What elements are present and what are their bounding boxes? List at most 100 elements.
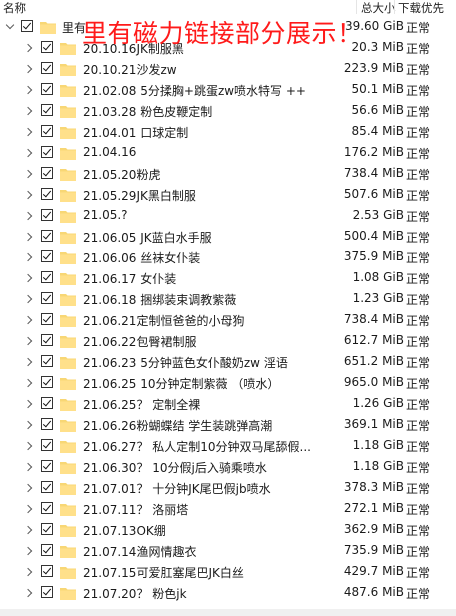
- checkbox-checked-icon[interactable]: [41, 166, 53, 179]
- chevron-right-icon[interactable]: [23, 85, 33, 95]
- tree-row[interactable]: 21.06.23 5分钟蓝色女仆酸奶zw 淫语 651.2 MiB 正常: [0, 352, 456, 373]
- checkbox-checked-icon[interactable]: [41, 460, 53, 473]
- chevron-right-icon[interactable]: [23, 378, 33, 388]
- tree-row[interactable]: 21.06.30？ 10分假j后入骑乘喷水 1.18 GiB 正常: [0, 457, 456, 478]
- tree-row[interactable]: 21.06.05 JK蓝白水手服 500.4 MiB 正常: [0, 227, 456, 248]
- chevron-right-icon[interactable]: [23, 420, 33, 430]
- checkbox-checked-icon[interactable]: [41, 229, 53, 242]
- chevron-right-icon[interactable]: [23, 399, 33, 409]
- folder-icon: [60, 524, 76, 537]
- tree-row[interactable]: 21.02.08 5分揉胸+跳蛋zw喷水特写 ++ 50.1 MiB 正常: [0, 80, 456, 101]
- tree-row[interactable]: 21.06.26粉蝴蝶结 学生装跳弹高潮 369.1 MiB 正常: [0, 415, 456, 436]
- tree-row[interactable]: 21.06.22包臀裙制服 612.7 MiB 正常: [0, 331, 456, 352]
- tree-row-root[interactable]: 里有 39.60 GiB 正常: [0, 17, 456, 38]
- tree-row[interactable]: 21.04.16 176.2 MiB 正常: [0, 143, 456, 164]
- chevron-right-icon[interactable]: [23, 253, 33, 262]
- checkbox-checked-icon[interactable]: [41, 480, 53, 493]
- chevron-right-icon[interactable]: [23, 462, 33, 472]
- tree-row-priority: 正常: [406, 41, 431, 56]
- chevron-right-icon[interactable]: [23, 483, 33, 493]
- tree-row-size: 375.9 MiB: [343, 249, 404, 264]
- checkbox-checked-icon[interactable]: [41, 355, 53, 368]
- chevron-right-icon[interactable]: [23, 274, 33, 283]
- checkbox-checked-icon[interactable]: [41, 313, 53, 326]
- chevron-right-icon[interactable]: [23, 567, 33, 577]
- tree-row[interactable]: 21.06.18 捆绑装束调教紫薇 1.23 GiB 正常: [0, 289, 456, 310]
- chevron-right-icon[interactable]: [23, 106, 33, 116]
- folder-icon: [60, 252, 76, 265]
- chevron-right-icon[interactable]: [23, 211, 33, 220]
- tree-row[interactable]: 21.07.15可爱肛塞尾巴JK白丝 429.7 MiB 正常: [0, 562, 456, 583]
- tree-row[interactable]: 21.06.06 丝袜女仆装 375.9 MiB 正常: [0, 247, 456, 268]
- checkbox-checked-icon[interactable]: [41, 522, 53, 535]
- checkbox-checked-icon[interactable]: [41, 585, 53, 598]
- tree-row[interactable]: 21.06.21定制恒爸爸的小母狗 738.4 MiB 正常: [0, 310, 456, 331]
- chevron-right-icon[interactable]: [23, 64, 33, 74]
- tree-row[interactable]: 21.06.27？ 私人定制10分钟双马尾舔假... 1.18 GiB 正常: [0, 436, 456, 457]
- chevron-right-icon[interactable]: [23, 441, 33, 451]
- tree-row-size: 50.1 MiB: [351, 81, 404, 96]
- tree-row[interactable]: 21.06.25？ 定制全裸 1.26 GiB 正常: [0, 394, 456, 415]
- chevron-right-icon[interactable]: [23, 588, 33, 597]
- chevron-down-icon[interactable]: [5, 20, 15, 30]
- horizontal-scrollbar[interactable]: [0, 609, 456, 616]
- tree-row[interactable]: 21.06.17 女仆装 1.08 GiB 正常: [0, 268, 456, 289]
- tree-row[interactable]: 21.07.11？ 洛丽塔 272.1 MiB 正常: [0, 499, 456, 520]
- folder-icon: [60, 294, 76, 307]
- tree-row-priority: 正常: [406, 146, 431, 161]
- column-header-priority[interactable]: 下载优先: [398, 0, 444, 16]
- checkbox-checked-icon[interactable]: [41, 103, 53, 116]
- checkbox-checked-icon[interactable]: [41, 82, 53, 95]
- column-divider[interactable]: [356, 0, 357, 14]
- tree-row[interactable]: 21.07.13OK绷 362.9 MiB 正常: [0, 520, 456, 541]
- tree-row-name: 21.06.06 丝袜女仆装: [83, 251, 201, 266]
- checkbox-checked-icon[interactable]: [41, 376, 53, 389]
- tree-row[interactable]: 20.10.16JK制服黑 20.3 MiB 正常: [0, 38, 456, 59]
- chevron-right-icon[interactable]: [23, 358, 33, 367]
- folder-icon: [60, 503, 76, 516]
- checkbox-checked-icon[interactable]: [41, 334, 53, 347]
- checkbox-checked-icon[interactable]: [41, 501, 53, 514]
- checkbox-checked-icon[interactable]: [41, 124, 53, 137]
- tree-row[interactable]: 21.05.29JK黑白制服 507.6 MiB 正常: [0, 185, 456, 206]
- tree-row[interactable]: 21.03.28 粉色皮鞭定制 56.6 MiB 正常: [0, 101, 456, 122]
- checkbox-checked-icon[interactable]: [41, 271, 53, 284]
- chevron-right-icon[interactable]: [23, 232, 33, 241]
- chevron-right-icon[interactable]: [23, 43, 33, 53]
- chevron-right-icon[interactable]: [23, 525, 33, 535]
- chevron-right-icon[interactable]: [23, 504, 33, 514]
- checkbox-checked-icon[interactable]: [41, 61, 53, 74]
- chevron-right-icon[interactable]: [23, 316, 33, 325]
- tree-row[interactable]: 21.07.14渔网情趣衣 735.9 MiB 正常: [0, 541, 456, 562]
- column-divider[interactable]: [394, 0, 395, 14]
- checkbox-checked-icon[interactable]: [41, 543, 53, 556]
- chevron-right-icon[interactable]: [23, 127, 33, 137]
- tree-row[interactable]: 21.07.01？ 十分钟JK尾巴假jb喷水 378.3 MiB 正常: [0, 478, 456, 499]
- tree-row-size: 735.9 MiB: [343, 542, 404, 557]
- tree-row[interactable]: 21.05.20粉虎 738.4 MiB 正常: [0, 164, 456, 185]
- tree-row[interactable]: 21.07.20？ 粉色jk 487.6 MiB 正常: [0, 583, 456, 604]
- column-header-size[interactable]: 总大小: [361, 0, 396, 16]
- checkbox-checked-icon[interactable]: [41, 564, 53, 577]
- checkbox-checked-icon[interactable]: [41, 250, 53, 263]
- tree-row[interactable]: 21.06.25 10分钟定制紫薇 （喷水） 965.0 MiB 正常: [0, 373, 456, 394]
- checkbox-checked-icon[interactable]: [41, 208, 53, 221]
- checkbox-checked-icon[interactable]: [41, 145, 53, 158]
- checkbox-checked-icon[interactable]: [41, 418, 53, 431]
- checkbox-checked-icon[interactable]: [41, 292, 53, 305]
- tree-row[interactable]: 20.10.21沙发zw 223.9 MiB 正常: [0, 59, 456, 80]
- checkbox-checked-icon[interactable]: [21, 20, 33, 32]
- tree-row[interactable]: 21.05.? 2.53 GiB 正常: [0, 206, 456, 227]
- chevron-right-icon[interactable]: [23, 546, 33, 556]
- chevron-right-icon[interactable]: [23, 169, 33, 178]
- chevron-right-icon[interactable]: [23, 337, 33, 346]
- tree-row[interactable]: 21.04.01 口球定制 85.4 MiB 正常: [0, 122, 456, 143]
- column-header-name[interactable]: 名称: [3, 0, 26, 16]
- checkbox-checked-icon[interactable]: [41, 439, 53, 452]
- chevron-right-icon[interactable]: [23, 148, 33, 157]
- chevron-right-icon[interactable]: [23, 190, 33, 199]
- checkbox-checked-icon[interactable]: [41, 397, 53, 410]
- chevron-right-icon[interactable]: [23, 295, 33, 304]
- checkbox-checked-icon[interactable]: [41, 40, 53, 53]
- checkbox-checked-icon[interactable]: [41, 187, 53, 200]
